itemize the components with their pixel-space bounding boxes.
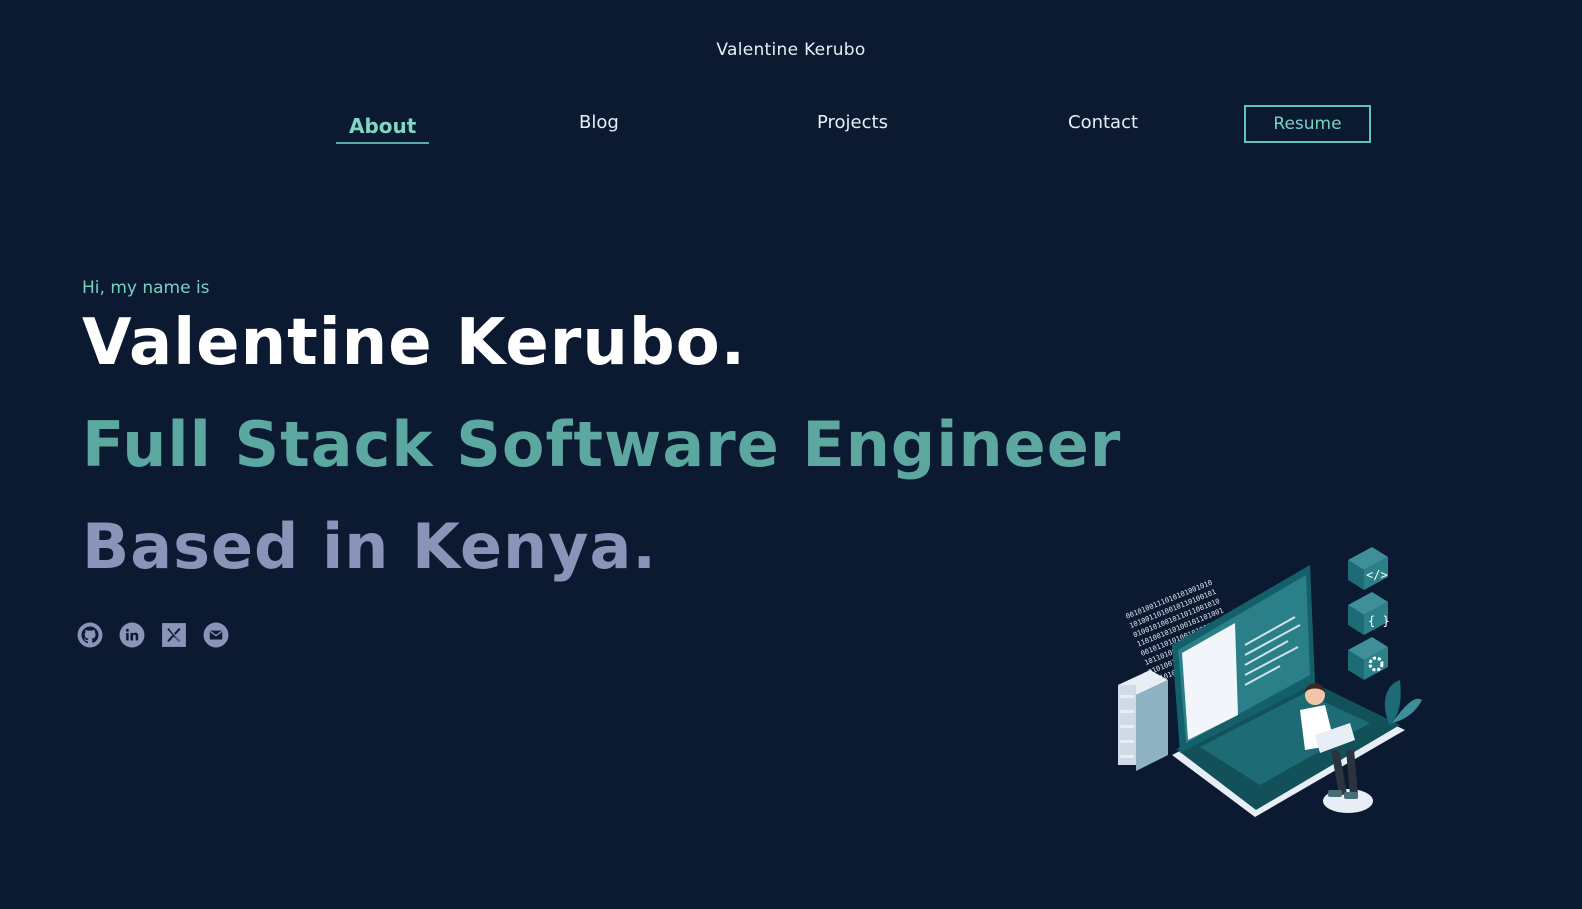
resume-button[interactable]: Resume (1244, 105, 1371, 143)
github-icon[interactable] (77, 622, 103, 648)
linkedin-icon[interactable] (119, 622, 145, 648)
svg-text:{ }: { } (1368, 614, 1390, 628)
email-icon[interactable] (203, 622, 229, 648)
site-title[interactable]: Valentine Kerubo (0, 40, 1582, 60)
hero-role: Full Stack Software Engineer (82, 408, 1122, 481)
nav-blog[interactable]: Blog (579, 112, 619, 133)
page: Valentine Kerubo About Blog Projects Con… (0, 0, 1582, 909)
developer-illustration: 0010100111010101001010 10100110100101101… (1118, 547, 1422, 817)
server-stack (1118, 670, 1168, 771)
x-twitter-icon[interactable] (161, 622, 187, 648)
svg-text:</>: </> (1366, 568, 1388, 582)
hero-greeting: Hi, my name is (82, 278, 210, 298)
hero-name: Valentine Kerubo. (82, 306, 746, 380)
nav-projects[interactable]: Projects (817, 112, 888, 133)
social-links (77, 622, 229, 648)
nav-about[interactable]: About (336, 114, 430, 144)
plant-graphic (1384, 680, 1422, 725)
braces-block: { } (1348, 592, 1390, 635)
nav-contact[interactable]: Contact (1068, 112, 1138, 133)
hero-location: Based in Kenya. (82, 510, 657, 583)
code-tag-block: </> (1348, 547, 1388, 590)
gear-block (1348, 637, 1388, 680)
